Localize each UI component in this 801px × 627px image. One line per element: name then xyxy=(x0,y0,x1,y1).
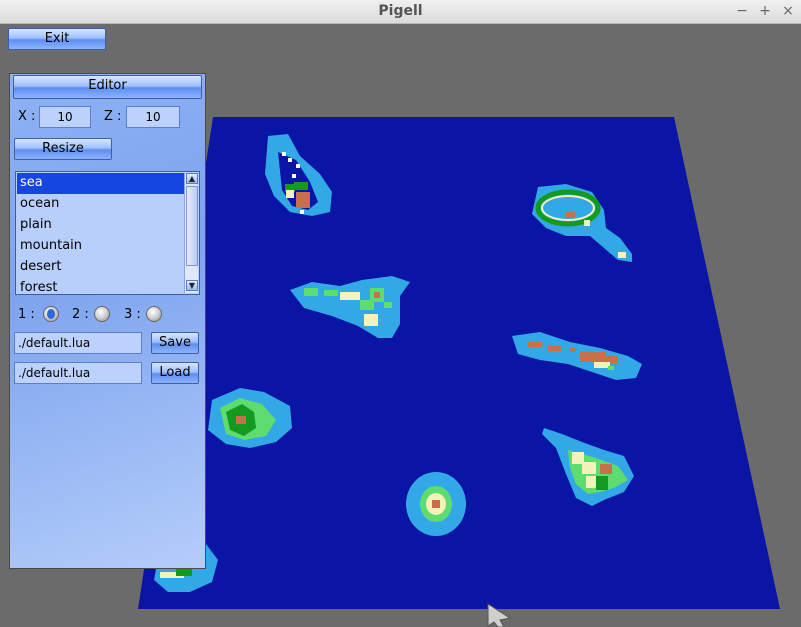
z-size-input[interactable]: 10 xyxy=(126,106,180,128)
load-button[interactable]: Load xyxy=(151,362,199,384)
editor-panel: Editor X : 10 Z : 10 Resize sea ocean pl… xyxy=(9,73,206,569)
load-path-input[interactable]: ./default.lua xyxy=(14,362,142,384)
resize-button[interactable]: Resize xyxy=(14,138,112,160)
editor-title-bar[interactable]: Editor xyxy=(13,75,202,99)
list-item[interactable]: ocean xyxy=(17,194,184,215)
title-bar: Pigell − + × xyxy=(0,0,801,24)
save-path-input[interactable]: ./default.lua xyxy=(14,332,142,354)
scroll-thumb[interactable] xyxy=(186,186,198,266)
list-item[interactable]: sea xyxy=(17,173,184,194)
x-label: X : xyxy=(18,109,36,124)
window-title: Pigell xyxy=(378,3,423,19)
layer-2-label: 2 : xyxy=(72,307,89,322)
close-icon[interactable]: × xyxy=(780,3,796,19)
scroll-up-icon[interactable]: ▲ xyxy=(186,173,198,184)
x-size-input[interactable]: 10 xyxy=(39,106,91,128)
layer-1-label: 1 : xyxy=(18,307,35,322)
layer-2-radio[interactable] xyxy=(94,306,110,322)
sea-plane xyxy=(138,117,780,609)
exit-button[interactable]: Exit xyxy=(8,28,106,50)
list-item[interactable]: forest xyxy=(17,278,184,294)
scroll-down-icon[interactable]: ▼ xyxy=(186,280,198,291)
minimize-icon[interactable]: − xyxy=(734,3,750,19)
layer-1-radio[interactable] xyxy=(43,306,59,322)
list-scrollbar[interactable]: ▲ ▼ xyxy=(184,173,198,293)
terrain-listbox[interactable]: sea ocean plain mountain desert forest ▲… xyxy=(15,171,200,295)
layer-3-radio[interactable] xyxy=(146,306,162,322)
list-item[interactable]: plain xyxy=(17,215,184,236)
app-window: Pigell − + × Exit Editor X: 10 Z: 10 R… xyxy=(0,0,801,627)
list-item[interactable]: desert xyxy=(17,257,184,278)
z-label: Z : xyxy=(104,109,122,124)
layer-3-label: 3 : xyxy=(124,307,141,322)
save-button[interactable]: Save xyxy=(151,332,199,354)
list-item[interactable]: mountain xyxy=(17,236,184,257)
maximize-icon[interactable]: + xyxy=(757,3,773,19)
island xyxy=(406,472,466,536)
